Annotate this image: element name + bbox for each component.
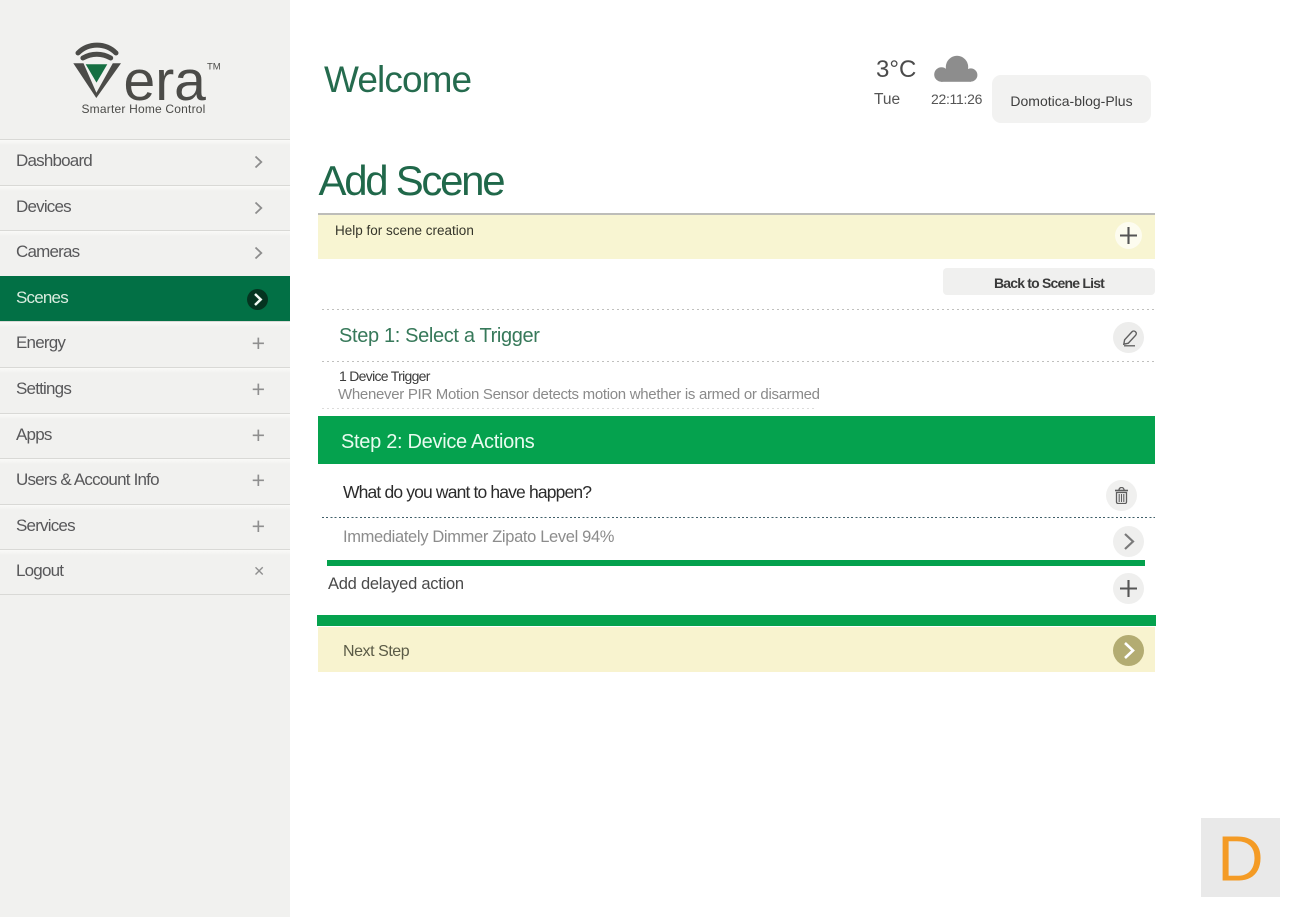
svg-text:TM: TM — [207, 62, 221, 73]
svg-text:Smarter Home Control: Smarter Home Control — [81, 102, 205, 116]
